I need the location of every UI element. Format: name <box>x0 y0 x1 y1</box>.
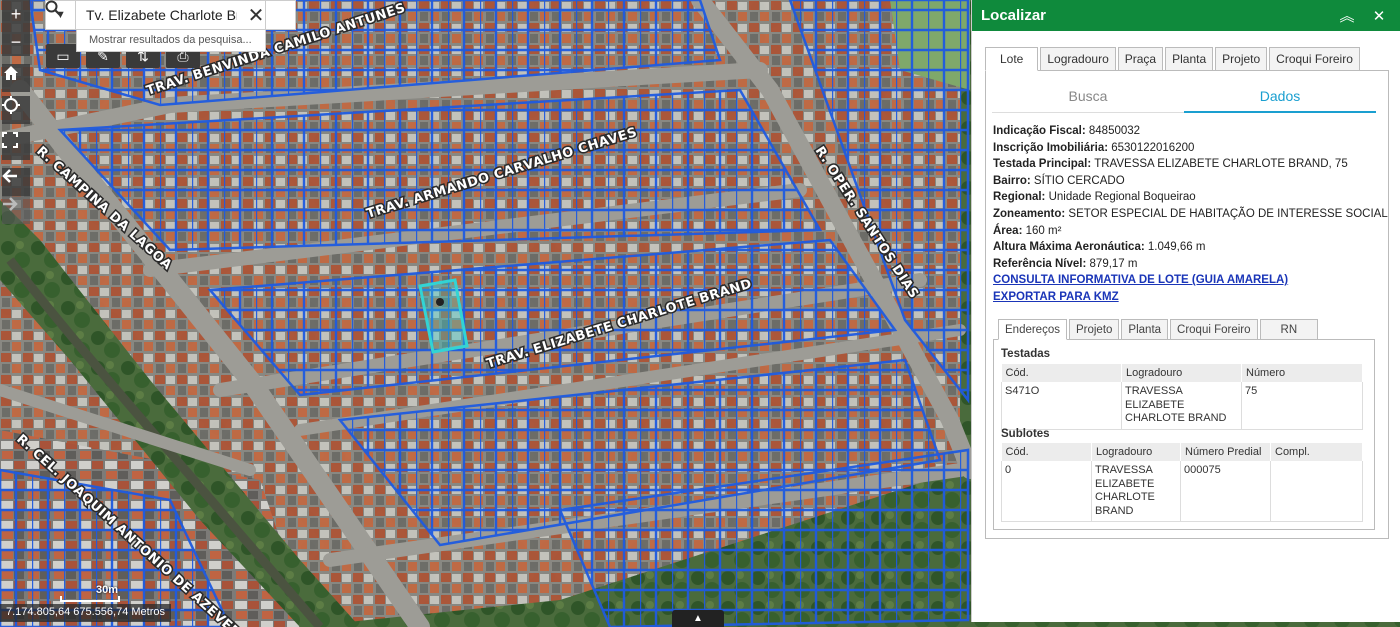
close-icon: ✕ <box>1372 7 1386 25</box>
guia-amarela-link[interactable]: CONSULTA INFORMATIVA DE LOTE (GUIA AMARE… <box>993 272 1383 289</box>
subtab-dados[interactable]: Dados <box>1184 80 1376 113</box>
sublotes-table: Cód. Logradouro Número Predial Compl. 0 … <box>1001 443 1363 522</box>
chevron-double-up-icon: ︽ <box>1339 8 1355 25</box>
localizar-panel: Localizar ︽ ✕ Lote Logradouro Praça Plan… <box>971 0 1400 622</box>
col-cod: Cód. <box>1001 443 1092 461</box>
subtab-busca[interactable]: Busca <box>992 80 1184 113</box>
sublotes-title: Sublotes <box>1001 428 1050 440</box>
tab-rn[interactable]: RN <box>1259 319 1319 340</box>
search-bar: ▼ ✕ <box>45 0 296 30</box>
forward-arrow-icon <box>3 197 18 211</box>
collapse-button[interactable]: ︽ <box>1335 4 1359 28</box>
fullscreen-button[interactable] <box>2 132 30 160</box>
tab-inner-projeto[interactable]: Projeto <box>1068 319 1120 340</box>
field-regional: Regional: Unidade Regional Boqueirao <box>993 191 1196 204</box>
tab-inner-croqui[interactable]: Croqui Foreiro <box>1170 319 1258 340</box>
tab-enderecos[interactable]: Endereços <box>998 319 1067 340</box>
table-row[interactable]: 0 TRAVESSA ELIZABETE CHARLOTE BRAND 0000… <box>1001 461 1363 522</box>
coordinate-readout: 7.174.805,64 675.556,74 Metros <box>0 604 172 622</box>
back-arrow-icon <box>2 169 17 183</box>
export-kmz-link[interactable]: EXPORTAR PARA KMZ <box>993 289 1383 306</box>
measure-button[interactable]: ▭ <box>46 44 80 68</box>
locate-icon <box>2 96 20 114</box>
field-zoneamento: Zoneamento: SETOR ESPECIAL DE HABITAÇÃO … <box>993 207 1388 220</box>
search-input[interactable] <box>76 0 266 30</box>
inner-tabs: Endereços Projeto Planta Croqui Foreiro … <box>998 319 1320 340</box>
back-button[interactable] <box>2 168 30 196</box>
home-icon <box>4 66 18 80</box>
home-button[interactable] <box>2 64 30 92</box>
search-button[interactable] <box>45 0 296 30</box>
forward-button[interactable] <box>2 196 30 224</box>
field-inscricao: Inscrição Imobiliária: 6530122016200 <box>993 141 1195 154</box>
field-altura: Altura Máxima Aeronáutica: 1.049,66 m <box>993 241 1206 254</box>
tab-lote[interactable]: Lote <box>985 47 1039 71</box>
close-panel-button[interactable]: ✕ <box>1367 4 1391 28</box>
attribution-toggle[interactable]: ▲ <box>672 610 724 627</box>
clear-search-button[interactable]: ✕ <box>245 3 267 27</box>
tab-planta[interactable]: Planta <box>1165 47 1214 71</box>
scale-bar <box>60 596 120 602</box>
zoom-in-button[interactable]: + <box>2 0 30 28</box>
field-area: Área: 160 m² <box>993 224 1062 237</box>
search-icon <box>45 0 61 16</box>
testadas-table: Cód. Logradouro Número S471O TRAVESSA EL… <box>1001 364 1363 430</box>
locate-button[interactable] <box>2 96 30 124</box>
tab-projeto[interactable]: Projeto <box>1215 47 1268 71</box>
col-numero-predial: Número Predial <box>1180 443 1271 461</box>
subtabs: Busca Dados <box>992 80 1376 113</box>
field-indicacao-fiscal: Indicação Fiscal: 84850032 <box>993 125 1141 137</box>
scale-label: 30m <box>96 584 119 596</box>
panel-title: Localizar <box>981 7 1047 24</box>
table-row[interactable]: S471O TRAVESSA ELIZABETE CHARLOTE BRAND … <box>1001 382 1363 430</box>
tab-croqui-foreiro[interactable]: Croqui Foreiro <box>1269 47 1360 71</box>
tab-inner-planta[interactable]: Planta <box>1121 319 1169 340</box>
fullscreen-icon <box>2 132 18 148</box>
panel-header: Localizar ︽ ✕ <box>972 0 1400 31</box>
zoom-out-button[interactable]: − <box>2 28 30 56</box>
col-compl: Compl. <box>1270 443 1363 461</box>
field-referencia: Referência Nível: 879,17 m <box>993 257 1138 270</box>
main-tabs: Lote Logradouro Praça Planta Projeto Cro… <box>985 47 1362 71</box>
tab-logradouro[interactable]: Logradouro <box>1040 47 1116 71</box>
field-bairro: Bairro: SÍTIO CERCADO <box>993 174 1125 187</box>
field-testada: Testada Principal: TRAVESSA ELIZABETE CH… <box>993 158 1348 171</box>
testadas-title: Testadas <box>1001 348 1051 360</box>
search-results-hint[interactable]: Mostrar resultados da pesquisa... <box>76 30 266 52</box>
tab-praca[interactable]: Praça <box>1117 47 1164 71</box>
close-icon: ✕ <box>247 4 265 27</box>
lote-info: Indicação Fiscal: 84850032 Inscrição Imo… <box>993 123 1388 306</box>
parcel-marker <box>436 298 444 306</box>
col-logradouro: Logradouro <box>1121 364 1242 382</box>
col-numero: Número <box>1241 364 1363 382</box>
measure-icon: ▭ <box>56 47 70 64</box>
col-cod: Cód. <box>1001 364 1122 382</box>
col-logradouro: Logradouro <box>1091 443 1181 461</box>
